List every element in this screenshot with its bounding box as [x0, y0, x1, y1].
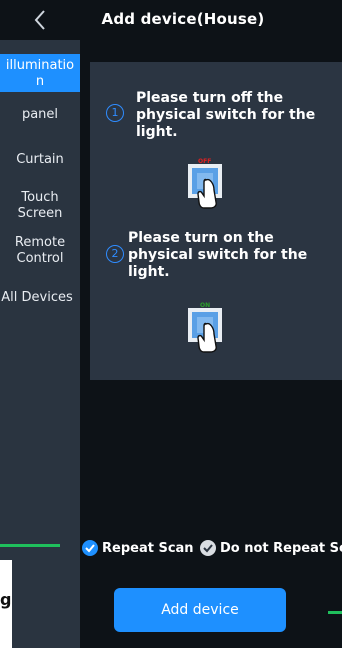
hand-press-switch-icon	[188, 164, 222, 209]
sidebar-item-curtain[interactable]: Curtain	[0, 152, 80, 172]
annotation-line-right	[328, 611, 342, 614]
annotation-line-left	[0, 544, 60, 547]
step-2-number: 2	[106, 245, 124, 263]
checkmark-circle-icon	[82, 540, 98, 556]
sidebar-item-panel[interactable]: panel	[0, 107, 80, 127]
switch-off-illustration: OFF	[186, 158, 242, 210]
overlay-letter: g	[0, 590, 12, 609]
step-2-text: Please turn on the physical switch for t…	[128, 230, 308, 280]
sidebar-item-illumination[interactable]: illuminatio n	[0, 54, 80, 92]
switch-off-label: OFF	[198, 158, 212, 165]
sidebar-item-remote-control[interactable]: Remote Control	[0, 235, 80, 271]
add-device-button[interactable]: Add device	[114, 588, 286, 632]
no-repeat-scan-option[interactable]: Do not Repeat Scan	[200, 540, 342, 556]
step-1-number: 1	[106, 104, 124, 122]
sidebar-item-label: All Devices	[1, 290, 73, 305]
hand-press-switch-icon	[188, 308, 222, 353]
add-device-label: Add device	[161, 602, 239, 618]
sidebar-item-label: Curtain	[16, 152, 64, 167]
sidebar-item-label: illuminatio n	[5, 58, 75, 89]
switch-on-illustration: ON	[186, 302, 242, 354]
sidebar-item-all-devices[interactable]: All Devices	[0, 290, 77, 310]
step-1-text: Please turn off the physical switch for …	[136, 90, 316, 140]
repeat-scan-option[interactable]: Repeat Scan	[82, 540, 194, 556]
repeat-scan-label: Repeat Scan	[102, 540, 194, 556]
sidebar-item-label: Remote Control	[14, 235, 66, 266]
app-root: Add device(House) illuminatio n panel Cu…	[0, 0, 342, 648]
sidebar-item-label: panel	[21, 107, 59, 122]
header: Add device(House)	[0, 0, 342, 40]
no-repeat-scan-label: Do not Repeat Scan	[220, 540, 342, 556]
page-title: Add device(House)	[101, 10, 265, 28]
scan-options: Repeat Scan Do not Repeat Scan	[0, 540, 342, 560]
sidebar-item-label: Touch Screen	[17, 190, 63, 221]
instruction-panel: 1 Please turn off the physical switch fo…	[90, 62, 342, 380]
switch-on-label: ON	[200, 302, 211, 309]
sidebar-item-touch-screen[interactable]: Touch Screen	[0, 190, 80, 226]
checkmark-circle-icon	[200, 540, 216, 556]
